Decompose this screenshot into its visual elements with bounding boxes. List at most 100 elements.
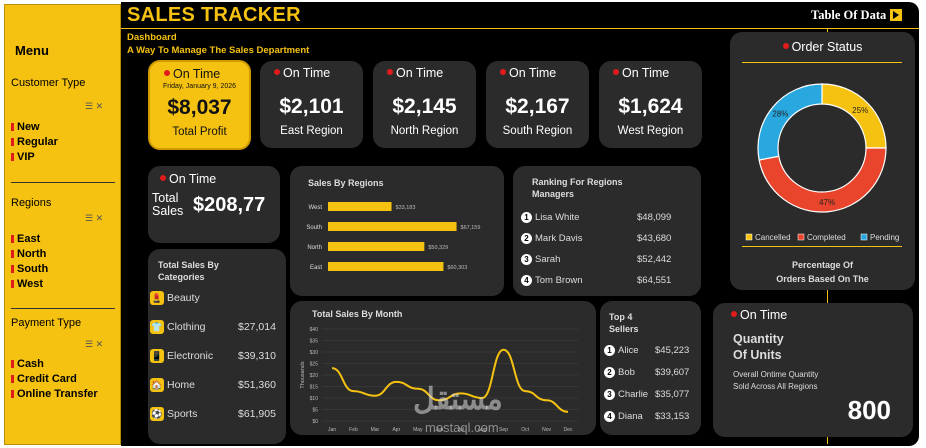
bar-value-label: $67,159: [461, 225, 481, 231]
kpi-head: On Time: [613, 66, 669, 80]
menu-title: Menu: [15, 43, 49, 58]
selected-marker-icon: [11, 265, 14, 273]
dashboard-page: Menu Customer Type ☰ ✕ New Regular VIP R…: [0, 0, 926, 448]
slice-cancelled: [821, 83, 887, 149]
seller-value: $33,153: [655, 411, 690, 422]
status-dot-icon: [274, 69, 280, 75]
rank-badge: 2: [521, 233, 532, 244]
rank-badge: 1: [604, 345, 615, 356]
watermark-arabic: مستقل: [413, 383, 503, 416]
manager-name: Tom Brown: [535, 275, 583, 286]
x-tick-label: Mar: [371, 427, 380, 433]
dashboard-label: Dashboard: [127, 32, 177, 43]
slicer-item-label: East: [17, 233, 41, 245]
kpi-label: North Region: [390, 125, 459, 137]
app-title: SALES TRACKER: [127, 4, 301, 26]
slicer-item-east[interactable]: East: [11, 233, 40, 245]
y-tick-label: $10: [310, 396, 319, 402]
kpi-head-label: On Time: [509, 66, 557, 80]
manager-name: Lisa White: [535, 212, 580, 223]
kpi-head-label: On Time: [283, 66, 331, 80]
slice-pending: [757, 83, 823, 161]
x-tick-label: Feb: [349, 427, 358, 433]
y-axis-label: Thousands: [300, 361, 306, 388]
selected-marker-icon: [11, 280, 14, 288]
slicer-item-label: North: [17, 248, 47, 260]
slicer-item-vip[interactable]: VIP: [11, 151, 35, 163]
status-dot-icon: [387, 69, 393, 75]
kpi-head: On Time: [387, 66, 443, 80]
seller-name: Diana: [618, 411, 643, 422]
legend-label: Cancelled: [755, 233, 791, 242]
slicer-item-cash[interactable]: Cash: [11, 358, 44, 370]
status-dot-icon: [613, 69, 619, 75]
x-tick-label: Sep: [499, 427, 508, 433]
slicer-item-credit-card[interactable]: Credit Card: [11, 373, 77, 385]
seller-row: 3 Charlie $35,077: [600, 389, 701, 403]
total-sales-label: Total Sales: [152, 192, 183, 218]
rank-badge: 4: [604, 411, 615, 422]
quantity-title-line: Quantity: [733, 332, 784, 346]
kpi-label: West Region: [617, 125, 684, 137]
total-sales-card: On Time Total Sales $208,77: [148, 166, 280, 243]
selected-marker-icon: [11, 123, 14, 131]
phone-icon: 📱: [150, 349, 164, 363]
home-icon: 🏠: [150, 378, 164, 392]
customer-type-filter-icons[interactable]: ☰ ✕: [85, 101, 103, 112]
status-dot-icon: [160, 175, 166, 181]
slice-label: 25%: [852, 106, 868, 115]
regions-filter-icons[interactable]: ☰ ✕: [85, 213, 103, 224]
slicer-item-label: New: [17, 121, 40, 133]
x-tick-label: Jan: [328, 427, 336, 433]
seller-name: Bob: [618, 367, 635, 378]
selected-marker-icon: [11, 235, 14, 243]
category-row: 💄 Beauty: [148, 291, 286, 307]
quantity-head: On Time: [731, 308, 787, 322]
title-underline: [121, 28, 919, 29]
quantity-card: On Time Quantity Of Units Overall Ontime …: [713, 303, 913, 437]
y-tick-label: $30: [310, 350, 319, 356]
slicer-item-west[interactable]: West: [11, 278, 43, 290]
slicer-item-regular[interactable]: Regular: [11, 136, 58, 148]
total-sales-head-label: On Time: [169, 172, 217, 186]
selected-marker-icon: [11, 153, 14, 161]
sidebar-divider: [11, 182, 115, 183]
x-tick-label: Dec: [564, 427, 573, 433]
rank-badge: 3: [521, 254, 532, 265]
y-tick-label: $5: [312, 408, 318, 414]
arrow-right-icon: [890, 9, 903, 21]
table-of-data-label: Table Of Data: [811, 8, 887, 22]
rank-badge: 3: [604, 389, 615, 400]
kpi-label: East Region: [280, 125, 343, 137]
slicer-item-south[interactable]: South: [11, 263, 48, 275]
slicer-item-new[interactable]: New: [11, 121, 40, 133]
order-status-rule: [742, 246, 902, 247]
payment-type-filter-icons[interactable]: ☰ ✕: [85, 339, 103, 350]
y-tick-label: $20: [310, 373, 319, 379]
slicer-item-label: Credit Card: [17, 373, 77, 385]
bar-value-label: $33,183: [396, 205, 416, 211]
kpi-value: $2,167: [505, 95, 570, 118]
x-tick-label: Oct: [521, 427, 529, 433]
manager-value: $43,680: [637, 233, 672, 244]
categories-title: Total Sales By Categories: [158, 260, 219, 282]
top-sellers-title: Top 4 Sellers: [609, 311, 639, 335]
slicer-item-online-transfer[interactable]: Online Transfer: [11, 388, 98, 400]
kpi-head: On Time: [500, 66, 556, 80]
regions-title: Regions: [11, 197, 52, 209]
kpi-label: South Region: [502, 125, 573, 137]
slicer-item-north[interactable]: North: [11, 248, 46, 260]
status-dot-icon: [731, 311, 737, 317]
x-tick-label: May: [413, 427, 423, 433]
y-tick-label: $25: [310, 362, 319, 368]
table-of-data-link[interactable]: Table Of Data: [811, 8, 903, 23]
slicer-item-label: South: [17, 263, 49, 275]
category-value: $39,310: [238, 350, 276, 362]
seller-name: Alice: [618, 345, 639, 356]
slicer-item-label: West: [17, 278, 44, 290]
category-value: $51,360: [238, 379, 276, 391]
category-name: Home: [167, 379, 196, 391]
kpi-head-label: On Time: [173, 67, 221, 81]
rank-badge: 1: [521, 212, 532, 223]
bar-category-label: North: [307, 245, 322, 251]
